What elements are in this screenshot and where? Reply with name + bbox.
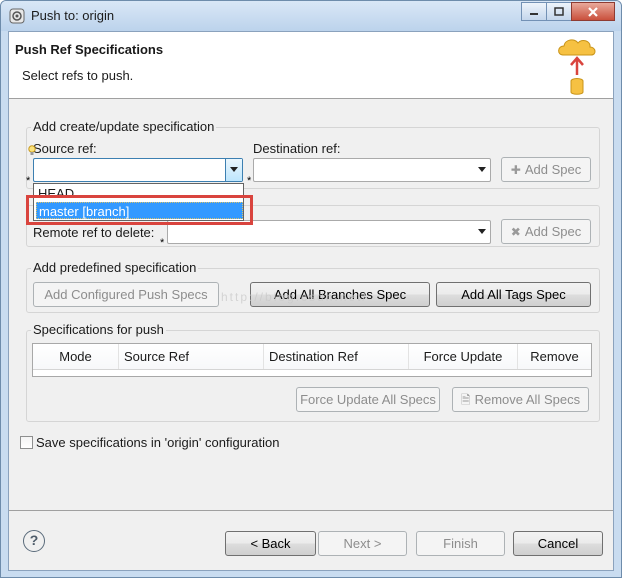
finish-button-label: Finish <box>443 536 478 551</box>
add-delete-spec-button[interactable]: ✖ Add Spec <box>501 219 591 244</box>
add-spec-button-label: Add Spec <box>524 162 582 177</box>
wizard-header: Push Ref Specifications Select refs to p… <box>9 32 613 99</box>
cancel-button[interactable]: Cancel <box>513 531 603 556</box>
chevron-down-icon <box>478 229 486 234</box>
page-description: Select refs to push. <box>22 68 134 83</box>
watermark: http://blog.csdn.net/ <box>221 290 368 304</box>
help-icon[interactable]: ? <box>23 530 45 552</box>
remote-ref-to-delete-label: Remote ref to delete: <box>33 225 155 240</box>
maximize-icon[interactable] <box>546 2 572 21</box>
column-header-remove[interactable]: Remove <box>518 344 591 369</box>
add-delete-spec-button-label: Add Spec <box>524 224 582 239</box>
cancel-button-label: Cancel <box>537 536 579 551</box>
predefined-spec-group-label: Add predefined specification <box>31 260 199 275</box>
save-specs-checkbox[interactable] <box>20 436 33 449</box>
remove-all-specs-label: Remove All Specs <box>474 392 581 407</box>
dialog-client-area: Push Ref Specifications Select refs to p… <box>8 31 614 571</box>
window-controls <box>521 2 615 21</box>
next-button-label: Next > <box>343 536 382 551</box>
column-header-force-update[interactable]: Force Update <box>409 344 518 369</box>
footer-separator <box>9 510 613 511</box>
add-all-tags-spec-button[interactable]: Add All Tags Spec <box>436 282 591 307</box>
content-assist-bulb-icon <box>28 145 36 155</box>
plus-icon: ✚ <box>510 163 521 177</box>
title-bar[interactable]: Push to: origin <box>1 1 621 31</box>
remote-ref-required-marker: * <box>160 237 165 249</box>
eclipse-app-icon <box>9 8 25 24</box>
remove-all-icon: 🗎 <box>460 393 471 407</box>
chevron-down-icon <box>230 167 238 172</box>
page-title: Push Ref Specifications <box>15 42 164 57</box>
source-ref-dropdown-button[interactable] <box>225 159 242 181</box>
next-button[interactable]: Next > <box>318 531 407 556</box>
add-configured-push-specs-label: Add Configured Push Specs <box>44 287 208 302</box>
column-header-destination-ref[interactable]: Destination Ref <box>264 344 409 369</box>
add-spec-button[interactable]: ✚ Add Spec <box>501 157 591 182</box>
force-update-all-specs-label: Force Update All Specs <box>300 392 436 407</box>
specs-for-push-group-label: Specifications for push <box>31 322 166 337</box>
column-header-mode[interactable]: Mode <box>33 344 119 369</box>
remove-all-specs-button[interactable]: 🗎 Remove All Specs <box>452 387 589 412</box>
destination-ref-combo[interactable] <box>253 158 491 182</box>
back-button-label: < Back <box>250 536 291 551</box>
push-cloud-icon <box>558 39 596 95</box>
add-spec-group-label: Add create/update specification <box>31 119 217 134</box>
chevron-down-icon <box>478 167 486 172</box>
source-required-marker: * <box>26 175 31 187</box>
highlight-callout-box <box>26 195 253 225</box>
save-specs-label[interactable]: Save specifications in 'origin' configur… <box>36 435 279 450</box>
destination-required-marker: * <box>247 175 252 187</box>
column-header-source-ref[interactable]: Source Ref <box>119 344 264 369</box>
add-configured-push-specs-button[interactable]: Add Configured Push Specs <box>33 282 219 307</box>
push-specs-table[interactable]: Mode Source Ref Destination Ref Force Up… <box>32 343 592 377</box>
finish-button[interactable]: Finish <box>416 531 505 556</box>
table-header-divider <box>33 369 591 370</box>
delete-x-icon: ✖ <box>510 225 521 239</box>
minimize-icon[interactable] <box>521 2 547 21</box>
window-title: Push to: origin <box>31 8 115 23</box>
force-update-all-specs-button[interactable]: Force Update All Specs <box>296 387 440 412</box>
destination-ref-label: Destination ref: <box>253 141 341 156</box>
back-button[interactable]: < Back <box>225 531 316 556</box>
source-ref-label: Source ref: <box>33 141 97 156</box>
dialog-window: Push to: origin Push Ref Specifications … <box>0 0 622 578</box>
source-ref-combo[interactable] <box>33 158 243 182</box>
add-all-tags-spec-label: Add All Tags Spec <box>461 287 566 302</box>
close-icon[interactable] <box>571 2 615 21</box>
